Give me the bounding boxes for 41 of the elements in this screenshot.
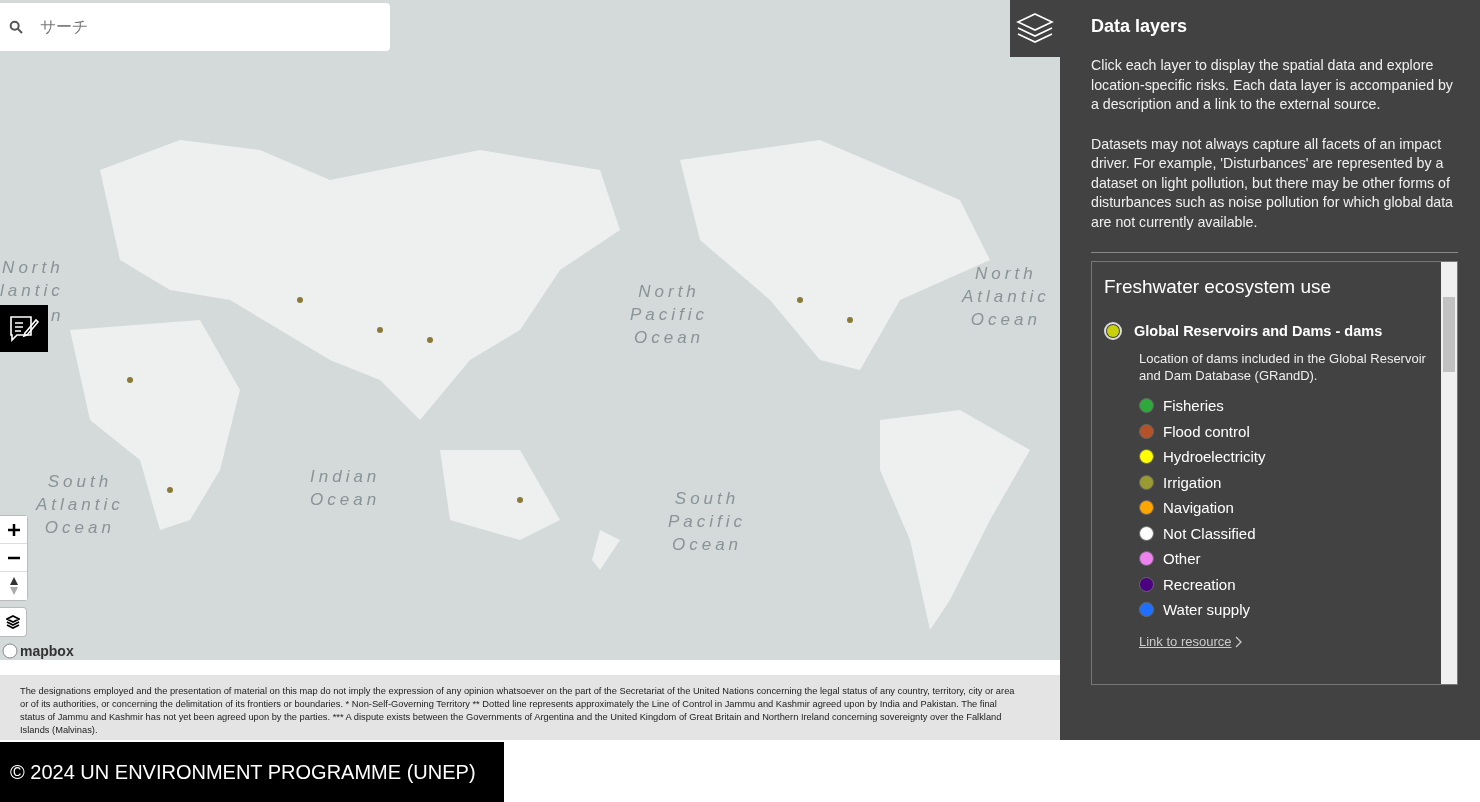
- layer-description: Location of dams included in the Global Reservoir and Dam Database (GRandD).: [1139, 350, 1427, 384]
- panel-title: Data layers: [1091, 16, 1189, 37]
- layers-icon: [1016, 11, 1054, 46]
- layer-name: Global Reservoirs and Dams - dams: [1134, 323, 1383, 339]
- legend-label: Irrigation: [1163, 473, 1222, 491]
- legend-label: Not Classified: [1163, 524, 1256, 542]
- zoom-in-button[interactable]: [0, 516, 27, 544]
- feedback-button[interactable]: [0, 305, 48, 352]
- layers-icon: [6, 615, 20, 629]
- legend-label: Other: [1163, 550, 1201, 567]
- ocean-label: South Atlantic Ocean: [36, 471, 124, 539]
- plus-icon: [7, 523, 20, 536]
- layer-radio[interactable]: [1104, 322, 1122, 340]
- note-icon: [9, 314, 39, 343]
- copyright-text: © 2024 UN ENVIRONMENT PROGRAMME (UNEP): [0, 742, 504, 802]
- ocean-label: North Atlantic Ocean: [962, 263, 1050, 331]
- ocean-label: North Pacific Ocean: [630, 281, 709, 349]
- legend-label: Navigation: [1163, 499, 1234, 516]
- resource-link[interactable]: Link to resource: [1139, 634, 1242, 649]
- legend-label: Recreation: [1163, 575, 1236, 593]
- search-icon: [8, 19, 24, 35]
- section-title: Freshwater ecosystem use: [1104, 276, 1333, 298]
- legend-label: Flood control: [1163, 422, 1250, 440]
- scrollbar[interactable]: [1441, 262, 1457, 684]
- disclaimer-text: The designations employed and the presentation of material on this map do not imply the expression of any opinion whatsoever on the part of the Secretariat of the United Nations concerning the legal status of any country, territory, city or area or of its authorities, or concerning the delimitation of its frontiers or boundaries. * Non-Self-Governing Territory ** Dotted line represents approximately the Line of Control in Jammu and Kashmir agreed upon by India and Pakistan. The final status of Jammu and Kashmir has not yet been agreed upon by the parties. *** A dispute exists between the Governments of Argentina and the United Kingdom of Great Britain and Northern Ireland concerning sovereignty over the Falkland Islands (Malvinas).: [20, 685, 1016, 737]
- ocean-label: Indian Ocean: [310, 466, 381, 511]
- minus-icon: [7, 555, 20, 560]
- ocean-label: South Pacific Ocean: [668, 488, 747, 556]
- legend-label: Hydroelectricity: [1163, 448, 1266, 465]
- chevron-right-icon: [1234, 635, 1242, 648]
- intro-paragraph: Datasets may not always capture all facets of an impact driver. For example, 'Disturbances' are represented by a dataset on light pollution, but there may be other forms of disturbances such as noise pollution for which global data are not currently available.: [1091, 134, 1454, 232]
- ocean-label: n: [51, 305, 65, 327]
- intro-paragraph: Click each layer to display the spatial data and explore location-specific risks. Each data layer is accompanied by a description and a link to the external source.: [1091, 56, 1454, 114]
- layers-tab[interactable]: [1010, 0, 1060, 57]
- legend-label: Water supply: [1163, 601, 1250, 618]
- compass-icon: [8, 577, 19, 595]
- layers-button[interactable]: [0, 607, 27, 637]
- mapbox-logo: mapbox: [2, 642, 74, 660]
- search-field[interactable]: サーチ: [0, 3, 390, 51]
- legend-label: Fisheries: [1163, 397, 1224, 414]
- search-input[interactable]: サーチ: [38, 17, 390, 37]
